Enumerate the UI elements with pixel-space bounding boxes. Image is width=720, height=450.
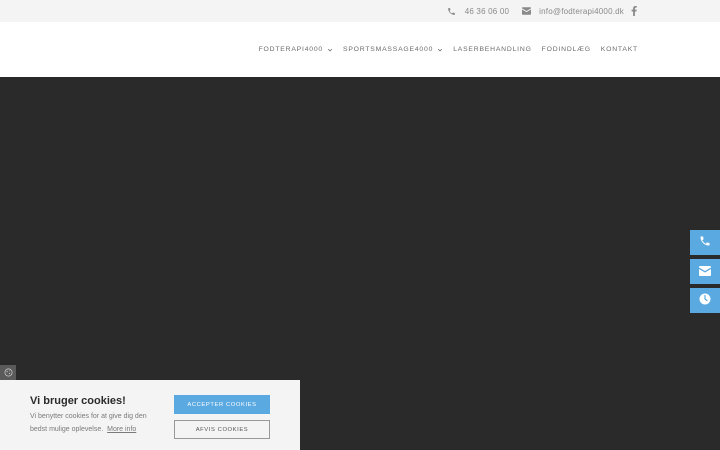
- email-address[interactable]: info@fodterapi4000.dk: [539, 7, 624, 16]
- envelope-icon: [521, 6, 531, 16]
- nav-label[interactable]: FODINDLÆG: [542, 46, 591, 53]
- site-header: FODTERAPI4000 SPORTSMASSAGE4000 LASERBEH…: [0, 22, 720, 77]
- phone-icon: [447, 6, 457, 16]
- nav-item-kontakt[interactable]: KONTAKT: [601, 46, 638, 53]
- topbar-phone[interactable]: 46 36 06 00: [447, 6, 509, 16]
- top-contact-bar: 46 36 06 00 info@fodterapi4000.dk: [0, 0, 720, 22]
- chevron-down-icon: [327, 47, 333, 53]
- side-opening-hours-button[interactable]: [690, 288, 720, 313]
- chevron-down-icon: [437, 47, 443, 53]
- nav-item-sportsmassage4000[interactable]: SPORTSMASSAGE4000: [343, 46, 443, 53]
- reject-cookies-button[interactable]: AFVIS COOKIES: [174, 420, 270, 439]
- cookie-more-info-link[interactable]: More info: [107, 426, 136, 433]
- envelope-icon: [699, 263, 711, 281]
- clock-icon: [699, 292, 711, 310]
- topbar-facebook-link[interactable]: [630, 6, 638, 16]
- phone-icon: [699, 234, 711, 252]
- nav-item-laserbehandling[interactable]: LASERBEHANDLING: [453, 46, 531, 53]
- nav-label[interactable]: SPORTSMASSAGE4000: [343, 46, 433, 53]
- facebook-icon[interactable]: [630, 6, 638, 16]
- cookie-text-block: Vi benytter cookies for at give dig den …: [30, 411, 160, 436]
- nav-label[interactable]: FODTERAPI4000: [259, 46, 323, 53]
- nav-label[interactable]: LASERBEHANDLING: [453, 46, 531, 53]
- cookie-title: Vi bruger cookies!: [30, 395, 126, 407]
- cookie-consent-banner: Vi bruger cookies! Vi benytter cookies f…: [0, 380, 300, 450]
- nav-item-fodindlaeg[interactable]: FODINDLÆG: [542, 46, 591, 53]
- cookie-settings-toggle[interactable]: [0, 365, 16, 381]
- nav-label[interactable]: KONTAKT: [601, 46, 638, 53]
- accept-cookies-button[interactable]: ACCEPTER COOKIES: [174, 395, 270, 414]
- main-navigation: FODTERAPI4000 SPORTSMASSAGE4000 LASERBEH…: [249, 46, 638, 53]
- phone-number[interactable]: 46 36 06 00: [465, 7, 509, 16]
- topbar-email[interactable]: info@fodterapi4000.dk: [521, 6, 624, 16]
- side-email-button[interactable]: [690, 259, 720, 284]
- side-phone-button[interactable]: [690, 230, 720, 255]
- nav-item-fodterapi4000[interactable]: FODTERAPI4000: [259, 46, 333, 53]
